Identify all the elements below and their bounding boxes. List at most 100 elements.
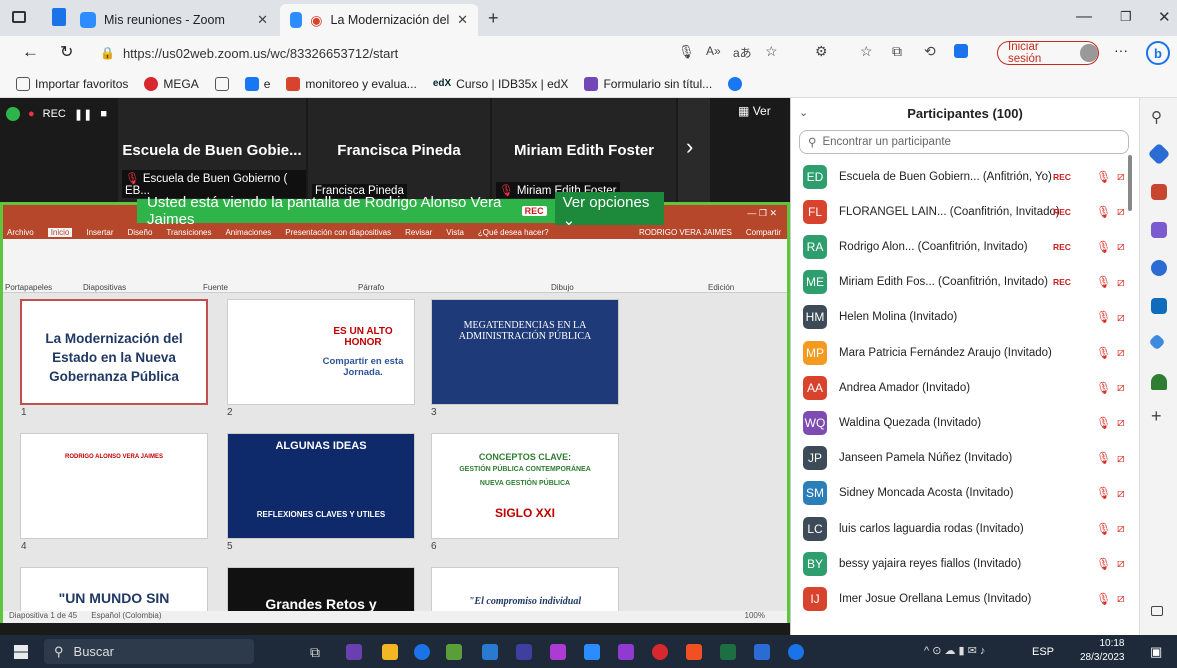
url-field[interactable]: 🔒 https://us02web.zoom.us/wc/83326653712… bbox=[100, 40, 540, 66]
next-videos-button[interactable]: › bbox=[678, 98, 710, 202]
minimize-icon[interactable]: — bbox=[1076, 8, 1092, 26]
search-icon[interactable]: ⚲ bbox=[1151, 108, 1167, 126]
video-tile[interactable]: Miriam Edith Foster 🎙 Miriam Edith Foste… bbox=[492, 98, 676, 202]
facebook-icon[interactable] bbox=[728, 76, 743, 91]
slide-thumb[interactable]: MEGATENDENCIAS EN LA ADMINISTRACIÓN PÚBL… bbox=[431, 299, 619, 405]
chrome-icon[interactable] bbox=[414, 644, 430, 660]
briefcase-icon[interactable] bbox=[1151, 184, 1167, 200]
ppt-menu-item[interactable]: Diseño bbox=[128, 228, 153, 237]
participant-row[interactable]: LC luis carlos laguardia rodas (Invitado)… bbox=[791, 511, 1140, 546]
favorite-monitoreo[interactable]: monitoreo y evalua... bbox=[286, 76, 417, 91]
favorite-star-icon[interactable]: ☆ bbox=[765, 43, 778, 60]
tab-presentation[interactable]: ◉ La Modernización del Estad ✕ bbox=[280, 4, 478, 36]
page-icon[interactable] bbox=[214, 76, 229, 91]
favorite-import[interactable]: Importar favoritos bbox=[16, 76, 128, 91]
participant-row[interactable]: SM Sidney Moncada Acosta (Invitado) 🎙 ⧄ bbox=[791, 476, 1140, 511]
audition-icon[interactable] bbox=[516, 644, 532, 660]
video-tile[interactable]: Escuela de Buen Gobie... 🎙 Escuela de Bu… bbox=[118, 98, 306, 202]
clock[interactable]: 10:18 28/3/2023 bbox=[1080, 637, 1125, 665]
extensions-icon[interactable]: ⚙ bbox=[815, 43, 828, 60]
ppt-menu-item[interactable]: Archivo bbox=[7, 228, 34, 237]
app-icon[interactable] bbox=[482, 644, 498, 660]
close-tab-icon[interactable]: ✕ bbox=[257, 12, 268, 28]
scrollbar[interactable] bbox=[1128, 155, 1132, 211]
windows-icon[interactable] bbox=[14, 645, 28, 659]
participant-search[interactable]: ⚲ Encontrar un participante bbox=[799, 130, 1129, 154]
ppt-menu-item[interactable]: Insertar bbox=[86, 228, 113, 237]
participant-row[interactable]: RA Rodrigo Alon... (Coanfitrión, Invitado… bbox=[791, 229, 1140, 264]
slide-thumb[interactable]: CONCEPTOS CLAVE: GESTIÓN PÚBLICA CONTEMP… bbox=[431, 433, 619, 539]
participant-row[interactable]: ME Miriam Edith Fos... (Coanfitrión, Invi… bbox=[791, 265, 1140, 300]
explorer-icon[interactable] bbox=[382, 644, 398, 660]
participant-row[interactable]: HM Helen Molina (Invitado) 🎙 ⧄ bbox=[791, 300, 1140, 335]
restore-icon[interactable]: ❐ bbox=[1120, 9, 1132, 25]
opera-icon[interactable] bbox=[652, 644, 668, 660]
slide-thumb[interactable]: ES UN ALTO HONOR Compartir en esta Jorna… bbox=[227, 299, 415, 405]
signin-button[interactable]: Iniciar sesión bbox=[997, 41, 1099, 65]
refresh-icon[interactable]: ↻ bbox=[60, 42, 73, 62]
favorite-mega[interactable]: MEGA bbox=[144, 76, 199, 91]
tab-zoom-meetings[interactable]: Mis reuniones - Zoom ✕ bbox=[70, 4, 278, 36]
slide-thumb[interactable]: RODRIGO ALONSO VERA JAIMES bbox=[20, 433, 208, 539]
collections-icon[interactable]: ⧉ bbox=[892, 43, 902, 60]
participant-row[interactable]: BY bessy yajaira reyes fiallos (Invitado)… bbox=[791, 546, 1140, 581]
workspace-icon[interactable] bbox=[52, 8, 66, 26]
participant-row[interactable]: IJ Imer Josue Orellana Lemus (Invitado) 🎙 ⧄ bbox=[791, 581, 1140, 616]
tab-actions-icon[interactable] bbox=[12, 11, 26, 23]
tray-icons[interactable]: ^ ⊙ ☁ ▮ ✉ ♪ bbox=[924, 644, 985, 657]
ppt-share[interactable]: Compartir bbox=[746, 228, 781, 237]
pause-icon[interactable]: ❚❚ bbox=[74, 108, 92, 121]
app-icon[interactable] bbox=[584, 644, 600, 660]
add-icon[interactable]: + bbox=[1151, 406, 1167, 426]
favorite-edx[interactable]: edX Curso | IDB35x | edX bbox=[433, 77, 569, 91]
participant-row[interactable]: FL FLORANGEL LAIN... (Coanfitrión, Invita… bbox=[791, 194, 1140, 229]
input-language[interactable]: ESP bbox=[1032, 646, 1054, 658]
participant-row[interactable]: AA Andrea Amador (Invitado) 🎙 ⧄ bbox=[791, 370, 1140, 405]
taskbar-search[interactable]: ⚲ Buscar bbox=[44, 639, 254, 664]
outlook-icon[interactable] bbox=[1151, 298, 1167, 314]
notifications-icon[interactable]: ▣ bbox=[1150, 644, 1162, 660]
app-icon[interactable] bbox=[446, 644, 462, 660]
participant-row[interactable]: ED Escuela de Buen Gobiern... (Anfitrión,… bbox=[791, 159, 1140, 194]
ppt-menu-item[interactable]: Revisar bbox=[405, 228, 432, 237]
tag-icon[interactable] bbox=[1147, 142, 1171, 166]
slide-thumb[interactable]: "UN MUNDO SIN bbox=[20, 567, 208, 611]
edge-icon[interactable] bbox=[788, 644, 804, 660]
photoshop-icon[interactable] bbox=[346, 644, 362, 660]
favorites-icon[interactable]: ☆ bbox=[860, 43, 873, 60]
stop-icon[interactable]: ■ bbox=[100, 108, 107, 120]
view-button[interactable]: ▦ Ver bbox=[738, 104, 771, 118]
new-tab-icon[interactable]: + bbox=[488, 8, 499, 29]
participant-row[interactable]: WQ Waldina Quezada (Invitado) 🎙 ⧄ bbox=[791, 405, 1140, 440]
people-icon[interactable] bbox=[1151, 222, 1167, 238]
slide-thumb[interactable]: ALGUNAS IDEAS REFLEXIONES CLAVES Y UTILE… bbox=[227, 433, 415, 539]
ppt-menu-item[interactable]: Vista bbox=[446, 228, 464, 237]
tree-icon[interactable] bbox=[1151, 374, 1167, 390]
ppt-menu-item[interactable]: Transiciones bbox=[166, 228, 211, 237]
slide-thumb[interactable]: La Modernización del Estado en la Nueva … bbox=[20, 299, 208, 405]
back-icon[interactable]: ← bbox=[22, 42, 39, 62]
close-window-icon[interactable]: ✕ bbox=[1158, 8, 1171, 26]
excel-icon[interactable] bbox=[720, 644, 736, 660]
app-icon[interactable] bbox=[686, 644, 702, 660]
task-view-icon[interactable]: ⧉ bbox=[310, 644, 320, 661]
vscode-icon[interactable] bbox=[754, 644, 770, 660]
ppt-menu-item[interactable]: Presentación con diapositivas bbox=[285, 228, 391, 237]
app-icon[interactable] bbox=[618, 644, 634, 660]
sidebar-toggle-icon[interactable] bbox=[1151, 606, 1163, 616]
send-icon[interactable] bbox=[1148, 333, 1166, 351]
more-icon[interactable]: ··· bbox=[1114, 42, 1128, 58]
participant-row[interactable]: JP Janseen Pamela Núñez (Invitado) 🎙 ⧄ bbox=[791, 441, 1140, 476]
edge-icon[interactable] bbox=[954, 44, 968, 58]
translate-icon[interactable]: aあ bbox=[733, 44, 752, 61]
mic-icon[interactable]: 🎙 bbox=[678, 44, 695, 60]
favorite-facebook[interactable]: e bbox=[244, 76, 270, 91]
app-icon[interactable] bbox=[550, 644, 566, 660]
ppt-menu-item[interactable]: Animaciones bbox=[225, 228, 271, 237]
ppt-menu-item[interactable]: Inicio bbox=[47, 227, 73, 237]
slide-thumb[interactable]: Grandes Retos y bbox=[227, 567, 415, 611]
bing-icon[interactable]: b bbox=[1146, 41, 1170, 65]
participant-row[interactable]: MP Mara Patricia Fernández Araujo (Invita… bbox=[791, 335, 1140, 370]
close-tab-icon[interactable]: ✕ bbox=[457, 12, 468, 28]
ppt-menu-item[interactable]: ¿Qué desea hacer? bbox=[478, 228, 549, 237]
